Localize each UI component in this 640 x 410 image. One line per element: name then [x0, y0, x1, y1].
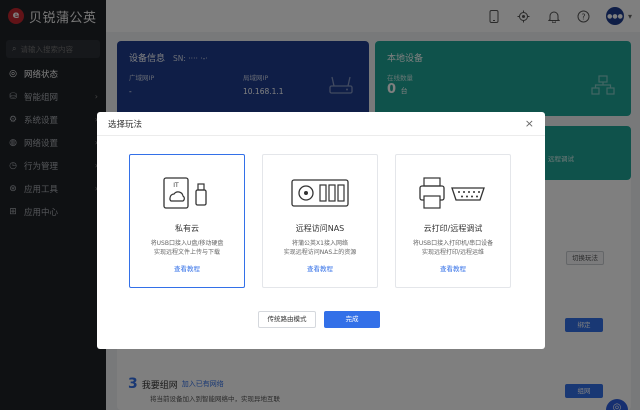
choose-mode-dialog: 选择玩法 × IT 私有云 将USB口接入U盘/移动硬盘 实现远程文件上传与下载…: [97, 112, 545, 349]
option-description-line: 将蒲公英X1接入网络: [292, 240, 348, 247]
option-description: 将USB口接入U盘/移动硬盘 实现远程文件上传与下载: [130, 239, 244, 257]
private-cloud-icon: IT: [130, 173, 244, 213]
option-title: 云打印/远程调试: [423, 224, 483, 233]
view-tutorial-link[interactable]: 查看教程: [396, 263, 510, 273]
option-description: 将USB口接入打印机/串口设备 实现远程打印/远程运维: [396, 239, 510, 257]
option-description-line: 实现远程文件上传与下载: [153, 249, 220, 256]
option-description-line: 将USB口接入U盘/移动硬盘: [150, 240, 224, 247]
done-button[interactable]: 完成: [324, 311, 380, 328]
dialog-header: 选择玩法 ×: [97, 112, 545, 136]
dialog-title: 选择玩法: [108, 119, 143, 130]
option-cloud-print[interactable]: 云打印/远程调试 将USB口接入打印机/串口设备 实现远程打印/远程运维 查看教…: [395, 154, 511, 288]
svg-text:IT: IT: [173, 182, 179, 189]
nas-icon: [263, 173, 377, 213]
option-description: 将蒲公英X1接入网络 实现远程访问NAS上的资源: [263, 239, 377, 257]
option-remote-nas[interactable]: 远程访问NAS 将蒲公英X1接入网络 实现远程访问NAS上的资源 查看教程: [262, 154, 378, 288]
option-description-line: 实现远程打印/远程运维: [421, 249, 485, 256]
view-tutorial-link[interactable]: 查看教程: [263, 263, 377, 273]
legacy-router-mode-button[interactable]: 传统路由模式: [258, 311, 316, 328]
option-description-line: 实现远程访问NAS上的资源: [283, 249, 357, 256]
close-icon[interactable]: ×: [525, 117, 534, 130]
option-title: 远程访问NAS: [295, 224, 345, 233]
option-description-line: 将USB口接入打印机/串口设备: [412, 240, 494, 247]
view-tutorial-link[interactable]: 查看教程: [130, 263, 244, 273]
printer-serial-icon: [396, 173, 510, 213]
option-private-cloud[interactable]: IT 私有云 将USB口接入U盘/移动硬盘 实现远程文件上传与下载 查看教程: [129, 154, 245, 288]
option-title: 私有云: [175, 224, 199, 233]
